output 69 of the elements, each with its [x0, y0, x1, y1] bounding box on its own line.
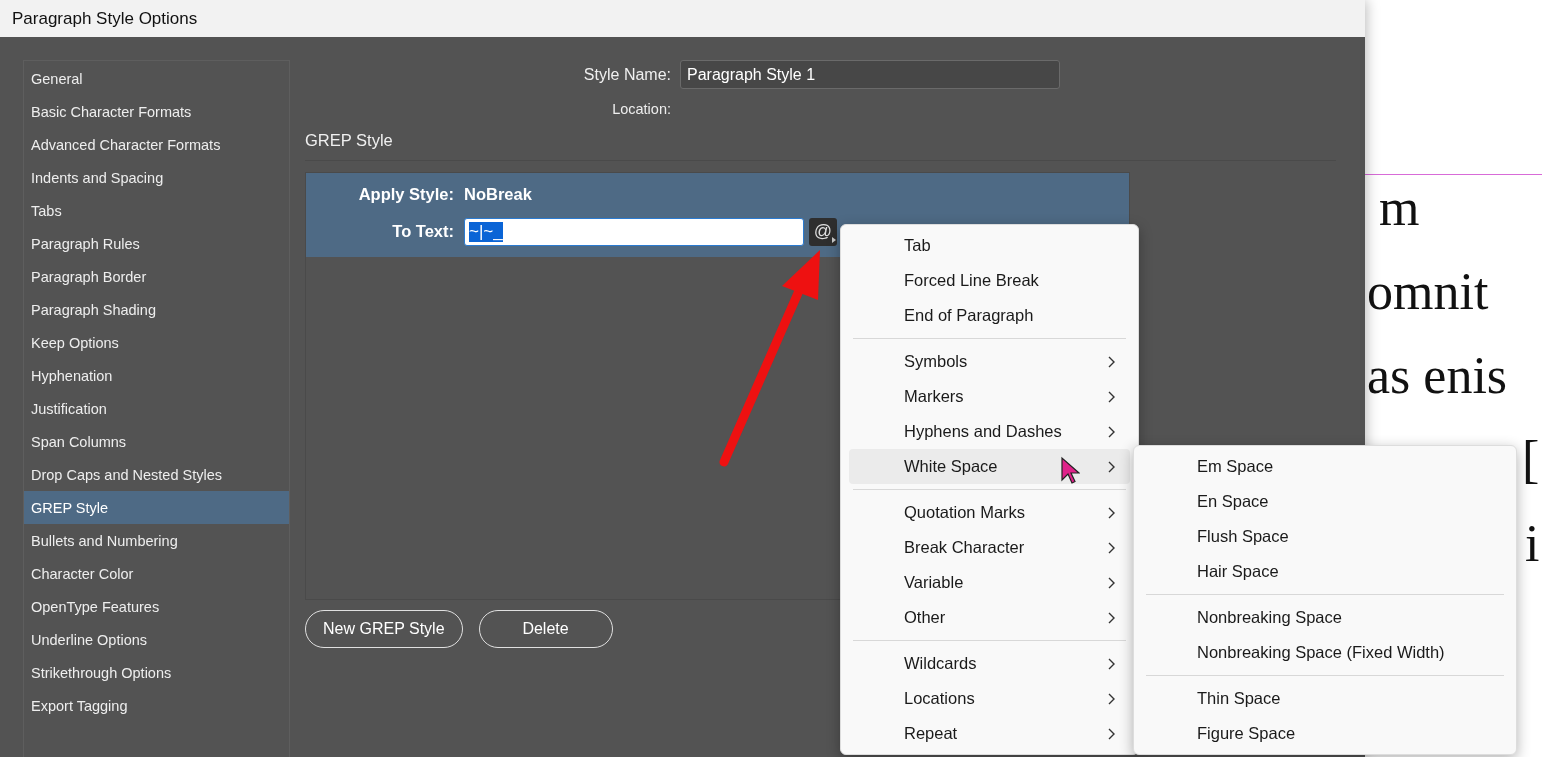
document-text: m	[1379, 178, 1421, 238]
menu-item[interactable]: Symbols	[849, 344, 1130, 379]
style-name-field[interactable]: Paragraph Style 1	[680, 60, 1060, 89]
sidebar-item[interactable]: Advanced Character Formats	[24, 128, 289, 161]
menu-item[interactable]: Nonbreaking Space	[1142, 600, 1508, 635]
menu-item[interactable]: Variable	[849, 565, 1130, 600]
document-text: omnit	[1367, 262, 1490, 322]
sidebar-item[interactable]: Paragraph Shading	[24, 293, 289, 326]
cursor-icon	[1060, 456, 1080, 484]
menu-item[interactable]: Break Character	[849, 530, 1130, 565]
style-value: NoBreak	[464, 184, 532, 204]
menu-item[interactable]: Quotation Marks	[849, 495, 1130, 530]
field-label: Style Name:	[582, 65, 671, 84]
sidebar-item[interactable]: Keep Options	[24, 326, 289, 359]
menu-item[interactable]: Hair Space	[1142, 554, 1508, 589]
sidebar-item[interactable]: Paragraph Rules	[24, 227, 289, 260]
chevron-right-icon	[1106, 727, 1116, 740]
window-title: Paragraph Style Options	[12, 8, 198, 29]
menu-item[interactable]: Forced Line Break	[849, 263, 1130, 298]
menu-item[interactable]: Figure Space	[1142, 716, 1508, 751]
field-label: Location:	[611, 101, 671, 117]
chevron-right-icon	[1106, 460, 1116, 473]
menu-item[interactable]: Markers	[849, 379, 1130, 414]
menu-item[interactable]: Thin Space	[1142, 681, 1508, 716]
section-title: GREP Style	[305, 131, 1336, 161]
menu-item[interactable]: Hyphens and Dashes	[849, 414, 1130, 449]
sidebar-item[interactable]: GREP Style	[24, 491, 289, 524]
special-characters-button[interactable]: @	[809, 217, 837, 246]
sidebar-item[interactable]: Underline Options	[24, 623, 289, 656]
sidebar-item[interactable]: Justification	[24, 392, 289, 425]
chevron-right-icon	[1106, 541, 1116, 554]
document-text: i	[1525, 514, 1540, 574]
menu-item[interactable]: Em Space	[1142, 449, 1508, 484]
sidebar-item[interactable]: Hyphenation	[24, 359, 289, 392]
menu-item[interactable]: Repeat	[849, 716, 1130, 751]
sidebar-item[interactable]: Drop Caps and Nested Styles	[24, 458, 289, 491]
chevron-right-icon	[1106, 692, 1116, 705]
field-label: Apply Style:	[357, 184, 454, 204]
menu-item[interactable]: White Space	[849, 449, 1130, 484]
chevron-right-icon	[1106, 425, 1116, 438]
chevron-right-icon	[1106, 355, 1116, 368]
document-text: [	[1522, 430, 1540, 490]
field-label: To Text:	[391, 222, 454, 241]
sidebar-item[interactable]: Bullets and Numbering	[24, 524, 289, 557]
sidebar-item[interactable]: Strikethrough Options	[24, 656, 289, 689]
menu-item[interactable]: Other	[849, 600, 1130, 635]
sidebar-item[interactable]: OpenType Features	[24, 590, 289, 623]
chevron-right-icon	[1106, 506, 1116, 519]
chevron-right-icon	[1106, 611, 1116, 624]
menu-item[interactable]: Nonbreaking Space (Fixed Width)	[1142, 635, 1508, 670]
sidebar-item[interactable]: Span Columns	[24, 425, 289, 458]
document-text: as enis	[1367, 346, 1509, 406]
sidebar-item[interactable]: General	[24, 62, 289, 95]
sidebar-item[interactable]: Paragraph Border	[24, 260, 289, 293]
sidebar-item[interactable]: Export Tagging	[24, 689, 289, 722]
dropdown-triangle-icon	[832, 236, 836, 243]
menu-item[interactable]: Locations	[849, 681, 1130, 716]
chevron-right-icon	[1106, 390, 1116, 403]
menu-item[interactable]: Wildcards	[849, 646, 1130, 681]
menu-item[interactable]: Flush Space	[1142, 519, 1508, 554]
sidebar-item[interactable]: Character Color	[24, 557, 289, 590]
sidebar-item[interactable]: Tabs	[24, 194, 289, 227]
menu-item[interactable]: End of Paragraph	[849, 298, 1130, 333]
menu-item[interactable]: En Space	[1142, 484, 1508, 519]
sidebar-item[interactable]: Indents and Spacing	[24, 161, 289, 194]
sidebar-item[interactable]: Basic Character Formats	[24, 95, 289, 128]
grep-text-field[interactable]: ~|~_	[464, 217, 804, 246]
chevron-right-icon	[1106, 657, 1116, 670]
chevron-right-icon	[1106, 576, 1116, 589]
